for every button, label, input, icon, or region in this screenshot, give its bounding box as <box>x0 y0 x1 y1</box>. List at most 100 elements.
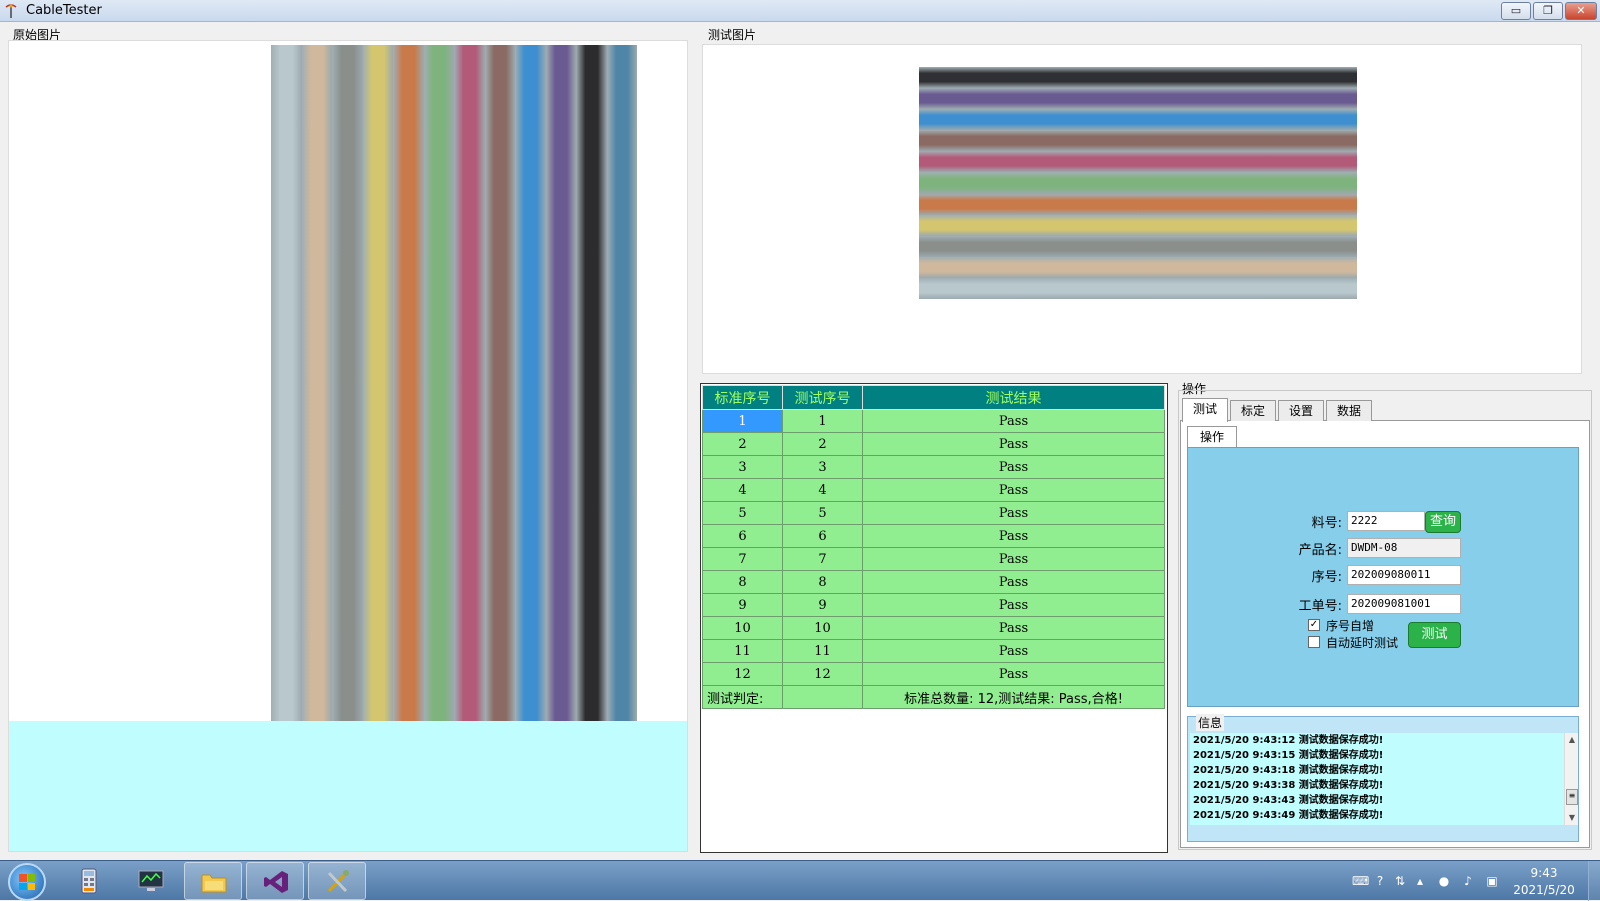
qq-icon[interactable]: ● <box>1436 873 1452 889</box>
table-cell[interactable]: Pass <box>862 547 1165 571</box>
network-adapter-icon[interactable]: ⇅ <box>1392 873 1408 889</box>
list-item[interactable]: 2021/5/20 9:43:15 测试数据保存成功! <box>1190 748 1564 763</box>
header-standard-no[interactable]: 标准序号 <box>702 385 783 410</box>
table-cell[interactable]: Pass <box>862 432 1165 456</box>
table-cell[interactable]: 4 <box>782 478 863 502</box>
scroll-up-arrow-icon[interactable]: ▲ <box>1565 733 1579 747</box>
table-cell[interactable]: 4 <box>702 478 783 502</box>
volume-icon[interactable]: ♪ <box>1460 873 1476 889</box>
list-item[interactable]: 2021/5/20 9:43:18 测试数据保存成功! <box>1190 763 1564 778</box>
table-cell[interactable]: 5 <box>782 501 863 525</box>
scroll-down-arrow-icon[interactable]: ▼ <box>1565 811 1579 825</box>
taskbar-visual-studio[interactable] <box>246 862 304 900</box>
subtab-operations[interactable]: 操作 <box>1187 426 1237 448</box>
table-cell[interactable]: 3 <box>702 455 783 479</box>
scroll-thumb[interactable]: ≡ <box>1566 789 1578 805</box>
show-hidden-icons-icon[interactable]: ▴ <box>1412 873 1428 889</box>
cable-wire <box>919 88 1357 110</box>
list-item[interactable]: 2021/5/20 9:43:12 测试数据保存成功! <box>1190 733 1564 748</box>
table-cell[interactable]: Pass <box>862 593 1165 617</box>
auto-delay-checkbox[interactable] <box>1308 636 1320 648</box>
table-cell[interactable]: 10 <box>782 616 863 640</box>
table-cell[interactable]: Pass <box>862 455 1165 479</box>
table-cell[interactable]: 3 <box>782 455 863 479</box>
table-cell[interactable]: 7 <box>782 547 863 571</box>
table-cell[interactable]: 9 <box>782 593 863 617</box>
part-no-input[interactable]: 2222 <box>1347 511 1425 531</box>
table-cell[interactable]: Pass <box>862 662 1165 686</box>
table-row[interactable]: 7 7 Pass <box>702 547 1165 571</box>
test-button[interactable]: 测试 <box>1408 622 1461 648</box>
table-cell[interactable]: Pass <box>862 524 1165 548</box>
table-cell[interactable]: 11 <box>702 639 783 663</box>
table-cell[interactable]: 7 <box>702 547 783 571</box>
table-row[interactable]: 2 2 Pass <box>702 432 1165 456</box>
taskbar-calculator[interactable] <box>60 862 118 900</box>
table-cell[interactable]: Pass <box>862 616 1165 640</box>
list-item[interactable]: 2021/5/20 9:43:38 测试数据保存成功! <box>1190 778 1564 793</box>
list-item[interactable]: 2021/5/20 9:43:49 测试数据保存成功! <box>1190 808 1564 823</box>
table-cell[interactable]: 8 <box>782 570 863 594</box>
serial-input[interactable]: 202009080011 <box>1347 565 1461 585</box>
table-cell[interactable]: Pass <box>862 501 1165 525</box>
tab-settings[interactable]: 设置 <box>1278 400 1324 421</box>
table-row[interactable]: 11 11 Pass <box>702 639 1165 663</box>
query-button[interactable]: 查询 <box>1425 511 1461 533</box>
table-cell[interactable]: 6 <box>702 524 783 548</box>
table-cell[interactable]: Pass <box>862 478 1165 502</box>
minimize-button[interactable]: ▭ <box>1501 2 1531 20</box>
info-log[interactable]: 2021/5/20 9:43:12 测试数据保存成功! 2021/5/20 9:4… <box>1190 733 1564 825</box>
table-cell[interactable]: 6 <box>782 524 863 548</box>
table-cell[interactable]: 12 <box>702 662 783 686</box>
table-cell[interactable]: 1 <box>782 409 863 433</box>
auto-increment-checkbox[interactable]: ✓ <box>1308 619 1320 631</box>
tab-test[interactable]: 测试 <box>1182 398 1228 422</box>
maximize-button[interactable]: ❐ <box>1533 2 1563 20</box>
table-cell[interactable]: 11 <box>782 639 863 663</box>
taskbar-tools[interactable] <box>308 862 366 900</box>
list-item[interactable]: 2021/5/20 9:43:43 测试数据保存成功! <box>1190 793 1564 808</box>
system-clock[interactable]: 9:43 2021/5/20 <box>1504 865 1584 899</box>
taskbar: ⌨ ? ⇅ ▴ ● ♪ ▣ 9:43 2021/5/20 <box>0 860 1600 901</box>
table-cell[interactable]: 9 <box>702 593 783 617</box>
table-cell[interactable]: 12 <box>782 662 863 686</box>
table-row[interactable]: 5 5 Pass <box>702 501 1165 525</box>
table-cell[interactable]: Pass <box>862 639 1165 663</box>
table-row[interactable]: 10 10 Pass <box>702 616 1165 640</box>
cable-wire <box>919 172 1357 194</box>
table-cell[interactable]: Pass <box>862 570 1165 594</box>
taskbar-file-explorer[interactable] <box>184 862 242 900</box>
tab-calibration[interactable]: 标定 <box>1230 400 1276 421</box>
work-order-input[interactable]: 202009081001 <box>1347 594 1461 614</box>
log-scrollbar[interactable]: ▲ ≡ ▼ <box>1564 733 1578 825</box>
table-row[interactable]: 12 12 Pass <box>702 662 1165 686</box>
test-image-label: 测试图片 <box>708 28 757 42</box>
cable-wire <box>919 277 1357 300</box>
table-cell[interactable]: 2 <box>702 432 783 456</box>
table-row[interactable]: 4 4 Pass <box>702 478 1165 502</box>
network-icon[interactable]: ▣ <box>1484 873 1500 889</box>
taskbar-monitor-app[interactable] <box>122 862 180 900</box>
table-row[interactable]: 1 1 Pass <box>702 409 1165 433</box>
header-test-result[interactable]: 测试结果 <box>862 385 1165 410</box>
table-cell[interactable]: 2 <box>782 432 863 456</box>
table-row[interactable]: 3 3 Pass <box>702 455 1165 479</box>
help-icon[interactable]: ? <box>1372 873 1388 889</box>
tab-data[interactable]: 数据 <box>1326 400 1372 421</box>
table-row[interactable]: 8 8 Pass <box>702 570 1165 594</box>
keyboard-icon[interactable]: ⌨ <box>1352 873 1369 889</box>
table-cell[interactable]: 5 <box>702 501 783 525</box>
table-cell[interactable]: Pass <box>862 409 1165 433</box>
show-desktop-button[interactable] <box>1588 861 1600 901</box>
table-cell[interactable]: 8 <box>702 570 783 594</box>
table-row[interactable]: 9 9 Pass <box>702 593 1165 617</box>
header-test-no[interactable]: 测试序号 <box>782 385 863 410</box>
start-button[interactable] <box>8 863 46 901</box>
cable-wire <box>919 256 1357 278</box>
close-button[interactable]: ✕ <box>1565 2 1597 20</box>
table-cell[interactable]: 1 <box>702 409 783 433</box>
table-cell[interactable]: 10 <box>702 616 783 640</box>
table-row[interactable]: 6 6 Pass <box>702 524 1165 548</box>
result-grid[interactable]: 标准序号 测试序号 测试结果 1 1 Pass 2 2 Pass 3 3 Pass 4 4 Pass 5… <box>700 383 1168 853</box>
footer-empty <box>782 685 863 709</box>
